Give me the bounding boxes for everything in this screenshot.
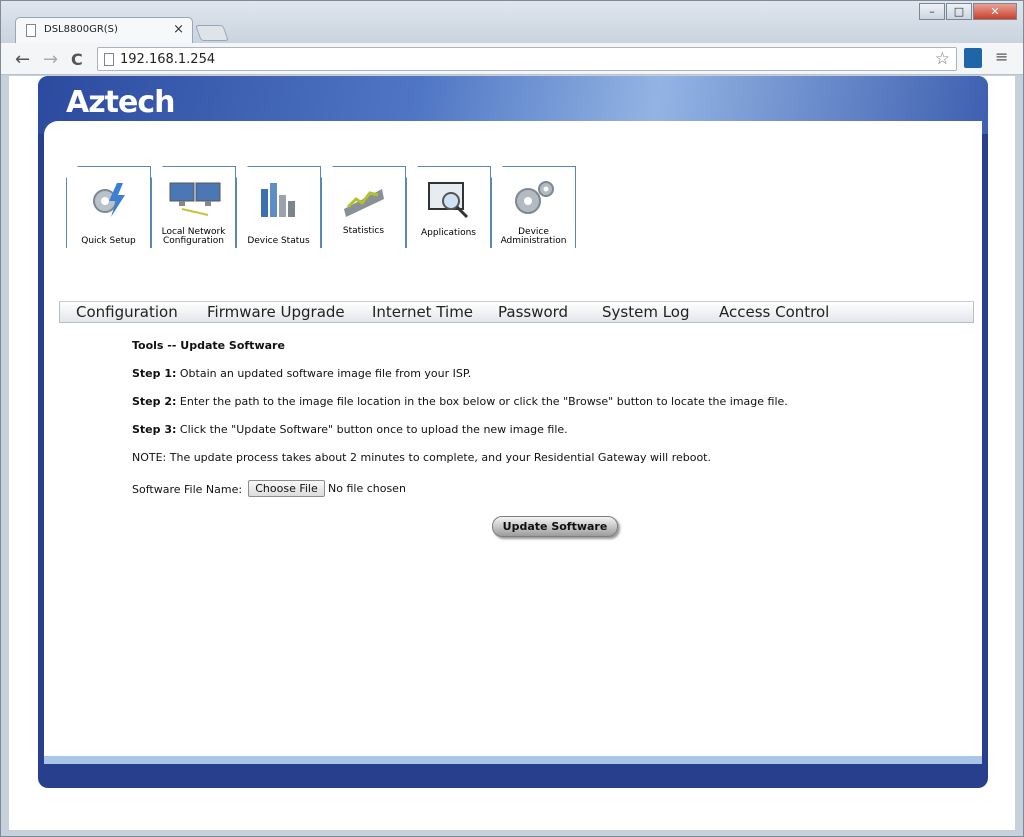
main-content: Quick Setup Local Network Configuration xyxy=(44,121,982,756)
url-text[interactable]: 192.168.1.254 xyxy=(120,52,215,67)
browser-window: DSL8800GR(S) × – □ ✕ ← → C 192.168.1.254… xyxy=(0,0,1024,837)
tab-access-control[interactable]: Access Control xyxy=(719,303,829,321)
browser-tab[interactable]: DSL8800GR(S) × xyxy=(15,17,193,43)
file-status-text: No file chosen xyxy=(328,482,406,495)
window-controls: – □ ✕ xyxy=(918,3,1017,20)
gears-icon xyxy=(515,181,554,214)
nav-label: Quick Setup xyxy=(81,236,136,246)
step-1-text: Obtain an updated software image file fr… xyxy=(176,367,472,380)
bar-chart-icon xyxy=(261,183,295,217)
router-frame: Aztech Quick Setup Local Network Configu… xyxy=(38,76,988,788)
aztech-logo: Aztech xyxy=(66,85,176,120)
tab-firmware-upgrade[interactable]: Firmware Upgrade xyxy=(207,303,345,321)
nav-label: Applications xyxy=(421,228,476,238)
note-text: NOTE: The update process takes about 2 m… xyxy=(132,451,711,464)
step-2: Step 2: Enter the path to the image file… xyxy=(132,395,788,408)
step-3: Step 3: Click the "Update Software" butt… xyxy=(132,423,568,436)
step-1-label: Step 1: xyxy=(132,367,177,380)
step-3-label: Step 3: xyxy=(132,423,177,436)
nav-applications[interactable]: Applications xyxy=(406,166,491,248)
sub-navigation: Configuration Firmware Upgrade Internet … xyxy=(59,301,974,323)
nav-label: Device Status xyxy=(247,236,310,246)
page-icon xyxy=(104,53,114,66)
step-2-label: Step 2: xyxy=(132,395,177,408)
nav-label: Statistics xyxy=(342,226,385,236)
step-1: Step 1: Obtain an updated software image… xyxy=(132,367,471,380)
magnifier-screen-icon xyxy=(428,182,469,219)
forward-button[interactable]: → xyxy=(43,49,58,70)
page-title: Tools -- Update Software xyxy=(132,339,285,352)
tab-configuration[interactable]: Configuration xyxy=(76,303,178,321)
page-viewport: Aztech Quick Setup Local Network Configu… xyxy=(9,76,1015,830)
choose-file-button[interactable]: Choose File xyxy=(248,480,325,497)
monitors-icon xyxy=(169,182,221,216)
new-tab-button[interactable] xyxy=(195,25,229,41)
tab-password[interactable]: Password xyxy=(498,303,568,321)
step-3-text: Click the "Update Software" button once … xyxy=(176,423,568,436)
title-bar: DSL8800GR(S) × – □ ✕ xyxy=(1,1,1023,43)
tab-title: DSL8800GR(S) xyxy=(44,24,118,35)
nav-label: Local Network Configuration xyxy=(161,227,226,246)
bookmark-star-icon[interactable]: ☆ xyxy=(935,49,950,69)
browser-toolbar: ← → C 192.168.1.254 ☆ ≡ xyxy=(1,43,1023,75)
gear-lightning-icon xyxy=(93,183,125,217)
nav-label: Device Administration xyxy=(500,227,567,246)
graph-ribbon-icon xyxy=(344,189,384,217)
back-button[interactable]: ← xyxy=(15,49,30,70)
tab-system-log[interactable]: System Log xyxy=(602,303,690,321)
top-icon-nav: Quick Setup Local Network Configuration xyxy=(66,166,576,248)
nav-quick-setup[interactable]: Quick Setup xyxy=(66,166,151,248)
nav-statistics[interactable]: Statistics xyxy=(321,166,406,248)
tab-internet-time[interactable]: Internet Time xyxy=(372,303,473,321)
nav-device-administration[interactable]: Device Administration xyxy=(491,166,576,248)
minimize-button[interactable]: – xyxy=(919,3,945,20)
footer-band xyxy=(44,756,982,764)
nav-local-network-configuration[interactable]: Local Network Configuration xyxy=(151,166,236,248)
maximize-button[interactable]: □ xyxy=(946,3,972,20)
tab-close-icon[interactable]: × xyxy=(173,22,184,37)
file-name-label: Software File Name: xyxy=(132,483,243,496)
address-bar[interactable]: 192.168.1.254 ☆ xyxy=(97,47,957,71)
nav-device-status[interactable]: Device Status xyxy=(236,166,321,248)
update-software-button[interactable]: Update Software xyxy=(492,516,618,537)
step-2-text: Enter the path to the image file locatio… xyxy=(176,395,788,408)
extension-icon[interactable] xyxy=(964,48,982,68)
close-window-button[interactable]: ✕ xyxy=(973,3,1017,20)
reload-button[interactable]: C xyxy=(71,50,83,69)
page-icon xyxy=(26,24,36,37)
browser-menu-icon[interactable]: ≡ xyxy=(995,47,1008,66)
